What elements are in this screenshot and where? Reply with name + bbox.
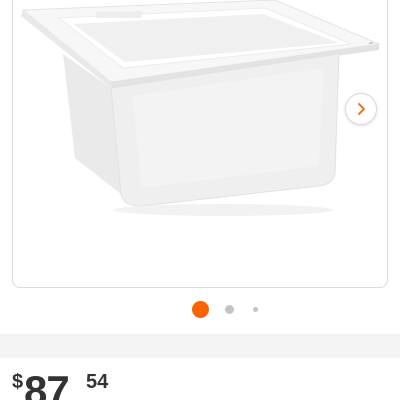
carousel-indicator-active[interactable] [192, 301, 209, 318]
carousel-indicator[interactable] [225, 305, 234, 314]
product-image-card [0, 0, 400, 334]
price-cents: 54 [86, 371, 109, 393]
carousel-indicator[interactable] [253, 307, 258, 312]
price-currency: $ [12, 371, 24, 393]
chevron-right-icon [358, 103, 365, 115]
price-dollars: 87 [24, 367, 70, 400]
product-page: $ 87 54 [0, 0, 400, 400]
next-image-button[interactable] [345, 93, 377, 125]
product-image-frame[interactable] [12, 0, 388, 288]
price-section: $ 87 54 [0, 358, 400, 400]
carousel-indicators [0, 300, 400, 318]
utility-sink-image [21, 0, 381, 216]
